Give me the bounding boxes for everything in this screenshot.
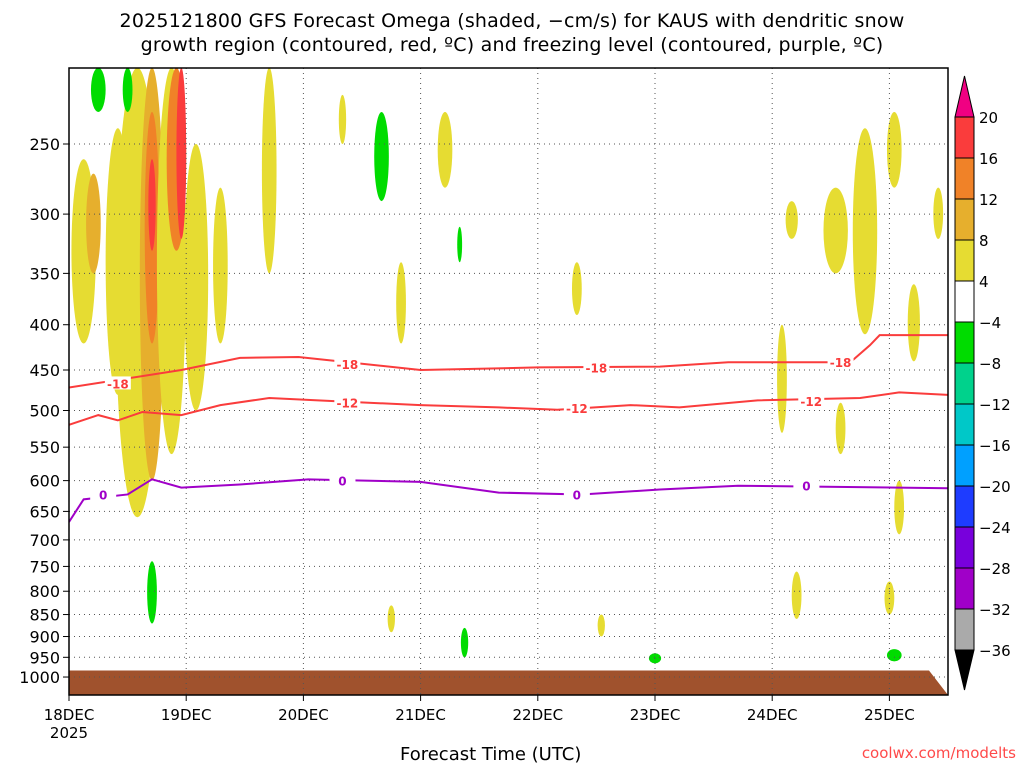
x-tick-label: 18DEC bbox=[44, 706, 95, 724]
y-tick-label: 900 bbox=[29, 628, 60, 647]
colorbar-box bbox=[954, 116, 975, 159]
x-tick-label: 24DEC bbox=[747, 706, 798, 724]
colorbar-box bbox=[954, 608, 975, 651]
colorbar-box bbox=[954, 485, 975, 528]
contour-label: -12 bbox=[337, 397, 359, 411]
omega-shading-blob bbox=[374, 111, 389, 202]
omega-shading-blob bbox=[122, 68, 133, 112]
colorbar-top-arrow bbox=[954, 75, 975, 118]
omega-shading-blob bbox=[86, 173, 101, 274]
x-tick-label: 22DEC bbox=[513, 706, 564, 724]
omega-shading-blob bbox=[148, 159, 156, 251]
y-tick-label: 950 bbox=[29, 648, 60, 667]
x-tick-sublabel: 2025 bbox=[50, 724, 88, 742]
colorbar-label: 20 bbox=[979, 109, 998, 127]
omega-shading-blob bbox=[213, 187, 228, 344]
colorbar-label: −4 bbox=[979, 314, 1001, 332]
y-tick-label: 600 bbox=[29, 472, 60, 491]
omega-shading-blob bbox=[90, 68, 106, 112]
omega-shading-blob bbox=[777, 324, 787, 433]
colorbar-label: −28 bbox=[979, 560, 1011, 578]
contour-label: 0 bbox=[338, 475, 346, 489]
colorbar-box bbox=[954, 157, 975, 200]
colorbar-label: 12 bbox=[979, 191, 998, 209]
omega-shading-blob bbox=[396, 262, 406, 344]
colorbar-box bbox=[954, 567, 975, 610]
omega-shading-blob bbox=[437, 111, 453, 188]
omega-shading-blob bbox=[785, 201, 798, 239]
colorbar-box bbox=[954, 280, 975, 323]
colorbar-label: −36 bbox=[979, 642, 1011, 660]
colorbar-label: −24 bbox=[979, 519, 1011, 537]
y-tick-label: 450 bbox=[29, 361, 60, 380]
colorbar-box bbox=[954, 444, 975, 487]
contour-label: 0 bbox=[802, 480, 810, 494]
x-tick-label: 25DEC bbox=[864, 706, 915, 724]
colorbar-box bbox=[954, 321, 975, 364]
plot-area: -18 -18 -18 -18 -12 -12 -12 0 0 0 0 bbox=[69, 68, 948, 695]
y-tick-label: 500 bbox=[29, 402, 60, 421]
colorbar-label: −16 bbox=[979, 437, 1011, 455]
y-tick-label: 550 bbox=[29, 438, 60, 457]
y-tick-label: 750 bbox=[29, 557, 60, 576]
omega-shading-blob bbox=[261, 68, 277, 274]
omega-shading-blob bbox=[933, 187, 944, 239]
omega-shading-blob bbox=[597, 614, 605, 637]
contour-label: 0 bbox=[99, 488, 107, 502]
colorbar-label: 4 bbox=[979, 273, 989, 291]
omega-shading-blob bbox=[886, 649, 902, 662]
contour-label: -18 bbox=[107, 377, 129, 391]
omega-shading-blob bbox=[338, 94, 347, 144]
colorbar-label: −8 bbox=[979, 355, 1001, 373]
omega-shading-blob bbox=[460, 627, 469, 658]
omega-shading-blob bbox=[894, 480, 905, 535]
omega-shading-blob bbox=[176, 68, 187, 239]
y-tick-label: 350 bbox=[29, 264, 60, 283]
chart: 2025121800 GFS Forecast Omega (shaded, −… bbox=[0, 0, 1024, 768]
colorbar-box bbox=[954, 198, 975, 241]
colorbar-box bbox=[954, 526, 975, 569]
omega-shading-blob bbox=[457, 226, 463, 263]
y-tick-label: 700 bbox=[29, 531, 60, 550]
x-axis-label: Forecast Time (UTC) bbox=[400, 744, 582, 765]
colorbar-label: 8 bbox=[979, 232, 989, 250]
colorbar-box bbox=[954, 362, 975, 405]
x-tick-label: 23DEC bbox=[630, 706, 681, 724]
omega-shading-blob bbox=[147, 561, 157, 624]
colorbar-label: −12 bbox=[979, 396, 1011, 414]
colorbar-bottom-arrow bbox=[954, 649, 975, 691]
y-tick-label: 650 bbox=[29, 502, 60, 521]
contour-label: -12 bbox=[800, 395, 822, 409]
y-tick-label: 800 bbox=[29, 582, 60, 601]
x-tick-label: 21DEC bbox=[395, 706, 446, 724]
colorbar-label: −20 bbox=[979, 478, 1011, 496]
y-tick-label: 300 bbox=[29, 205, 60, 224]
omega-shading-blob bbox=[835, 402, 846, 455]
plot-svg: -18-18 -18 -18-12 -12-120000250300350400450… bbox=[19, 67, 1011, 742]
omega-shading-blob bbox=[183, 144, 209, 411]
colorbar-label: 16 bbox=[979, 150, 998, 168]
y-tick-label: 400 bbox=[29, 316, 60, 335]
y-tick-label: 850 bbox=[29, 606, 60, 625]
omega-shading-blob bbox=[907, 284, 920, 362]
omega-shading-blob bbox=[387, 605, 395, 633]
x-tick-label: 19DEC bbox=[161, 706, 212, 724]
omega-shading-blob bbox=[852, 128, 878, 335]
y-tick-label: 1000 bbox=[19, 668, 60, 687]
colorbar-box bbox=[954, 403, 975, 446]
contour-label: 0 bbox=[573, 488, 581, 502]
y-tick-label: 250 bbox=[29, 135, 60, 154]
contour-label: -18 bbox=[337, 358, 359, 372]
x-tick-label: 20DEC bbox=[278, 706, 329, 724]
contour-label: -12 bbox=[566, 402, 588, 416]
omega-shading-blob bbox=[823, 187, 848, 274]
credit-link[interactable]: coolwx.com/modelts bbox=[862, 744, 1016, 762]
contour-label: -18 bbox=[586, 361, 608, 375]
colorbar-box bbox=[954, 239, 975, 282]
contour-label: -18 bbox=[830, 356, 852, 370]
ground-fill bbox=[69, 669, 948, 695]
omega-shading-blob bbox=[571, 262, 582, 315]
omega-shading-blob bbox=[791, 571, 802, 620]
colorbar-label: −32 bbox=[979, 601, 1011, 619]
